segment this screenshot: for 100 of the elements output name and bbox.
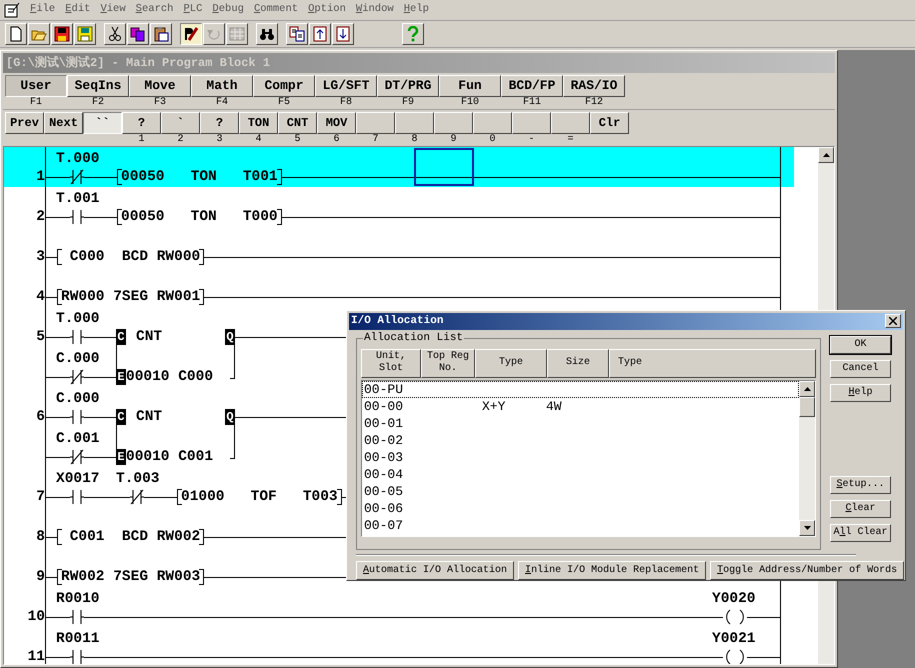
edit-key-button[interactable]: CNT	[278, 112, 317, 134]
edit-key-button[interactable]	[356, 112, 395, 134]
scrollbar[interactable]	[799, 380, 815, 536]
dialog-button[interactable]: All Clear	[830, 524, 891, 542]
key-hint: F12	[584, 97, 604, 108]
edit-key-button[interactable]	[551, 112, 590, 134]
list-row[interactable]: 00-PU	[362, 380, 799, 398]
function-key-tab[interactable]: User	[5, 75, 67, 97]
operand-text: 00010 C000	[126, 369, 214, 385]
close-icon	[889, 317, 897, 326]
contact-label: T.001	[56, 191, 100, 207]
key-hint: 3	[215, 134, 224, 145]
function-key-tab[interactable]: SeqIns	[67, 75, 129, 97]
edit-key-button[interactable]: MOV	[317, 112, 356, 134]
function-key-tab[interactable]: RAS/IO	[563, 75, 625, 97]
closed-contact-icon	[130, 489, 144, 505]
dialog-button[interactable]: Inline I/O Module Replacement	[518, 560, 706, 580]
open-contact-icon	[70, 649, 84, 664]
pin-label: C	[116, 409, 126, 425]
list-row[interactable]: 00-04	[362, 466, 799, 482]
scroll-thumb[interactable]	[799, 396, 815, 416]
edit-key-button[interactable]	[395, 112, 434, 134]
function-key-tab[interactable]: Fun	[439, 75, 501, 97]
list-row[interactable]: 00-02	[362, 432, 799, 448]
menu-item[interactable]: View	[100, 2, 126, 18]
dialog-button[interactable]: Clear	[830, 500, 891, 518]
list-cell-text: 00-03	[363, 448, 404, 466]
column-header[interactable]: Top Reg No.	[421, 348, 475, 378]
function-key-tab[interactable]: Move	[129, 75, 191, 97]
list-row[interactable]: 00-01	[362, 414, 799, 432]
key-hint: 0	[488, 134, 496, 145]
edit-key-button[interactable]: `	[161, 112, 200, 134]
list-cell-text: 00-01	[363, 414, 404, 432]
edit-key-button[interactable]: Prev	[5, 112, 44, 134]
menu-item[interactable]: File	[30, 2, 56, 18]
key-hint: F9	[400, 97, 415, 108]
menu-item[interactable]: Option	[308, 2, 346, 18]
edit-key-button[interactable]: Next	[44, 112, 83, 134]
menu-item[interactable]: Debug	[212, 2, 244, 18]
window-title: [G:\测试\测试2] - Main Program Block 1	[6, 54, 270, 72]
dialog-button[interactable]: Cancel	[830, 360, 891, 378]
column-header[interactable]: Size	[547, 348, 609, 378]
function-key-tab[interactable]: Compr	[253, 75, 315, 97]
edit-key-button[interactable]	[434, 112, 473, 134]
list-row[interactable]: 00-00 X+Y 4W	[362, 398, 799, 414]
column-header[interactable]: Type	[475, 348, 547, 378]
pin-label: Q	[225, 329, 235, 345]
dialog-button[interactable]: Toggle Address/Number of Words	[710, 560, 904, 580]
edit-key-button[interactable]: ?	[122, 112, 161, 134]
toolbar-button[interactable]	[180, 22, 202, 45]
dialog-button[interactable]: Help	[830, 384, 891, 402]
column-header[interactable]: Unit, Slot	[361, 348, 421, 378]
list-row[interactable]: 00-05	[362, 482, 799, 500]
function-key-tab[interactable]: Math	[191, 75, 253, 97]
rung-number: 9	[36, 569, 45, 585]
dialog-title: I/O Allocation	[351, 314, 444, 329]
instruction-block: C001 BCD RW002	[57, 529, 204, 545]
menu-item[interactable]: Edit	[65, 2, 90, 18]
key-hint: F10	[460, 97, 480, 108]
rung-number: 3	[36, 249, 45, 265]
key-hint: 9	[449, 134, 458, 145]
key-hint: F1	[28, 97, 43, 108]
scroll-down-button[interactable]	[799, 520, 815, 536]
pencil-mark-icon	[183, 26, 199, 42]
menu-item[interactable]: Help	[404, 2, 429, 18]
clipboard-icon	[153, 26, 169, 42]
edit-key-button[interactable]	[512, 112, 551, 134]
cell-cursor[interactable]	[414, 148, 474, 186]
menu-item[interactable]: Comment	[254, 2, 298, 18]
help-icon	[405, 26, 421, 42]
instruction-block: RW002 7SEG RW003	[57, 569, 204, 585]
function-key-tab[interactable]: DT/PRG	[377, 75, 439, 97]
edit-key-button[interactable]: ``	[83, 112, 122, 134]
rung-number: 6	[36, 409, 45, 425]
close-button[interactable]	[885, 314, 901, 328]
key-hint: F11	[522, 97, 542, 108]
function-key-tab[interactable]: BCD/FP	[501, 75, 563, 97]
scroll-up-button[interactable]	[799, 380, 815, 396]
column-header[interactable]: Type	[609, 348, 816, 378]
edit-key-button[interactable]: ?	[200, 112, 239, 134]
menu-item[interactable]: Search	[136, 2, 174, 18]
list-row[interactable]: 00-06	[362, 500, 799, 516]
dialog-button[interactable]: OK	[830, 336, 891, 354]
open-contact-icon	[70, 329, 84, 345]
menu-item[interactable]: PLC	[183, 2, 202, 18]
function-key-tab[interactable]: LG/SFT	[315, 75, 377, 97]
upload-document-icon	[312, 26, 328, 42]
menu-item[interactable]: Window	[356, 2, 394, 18]
blank-page-icon	[8, 26, 24, 42]
key-hint: F2	[90, 97, 105, 108]
edit-key-button[interactable]	[473, 112, 512, 134]
list-row[interactable]: 00-07	[362, 516, 799, 534]
key-hint: 2	[176, 134, 184, 145]
list-row[interactable]: 00-03	[362, 448, 799, 466]
scroll-up-button[interactable]	[818, 147, 834, 163]
dialog-button[interactable]: Automatic I/O Allocation	[356, 560, 514, 580]
edit-key-button[interactable]: TON	[239, 112, 278, 134]
dialog-button[interactable]: Setup...	[830, 476, 891, 494]
edit-key-button[interactable]: Clr	[590, 112, 629, 134]
list-cell-text: 00-05	[363, 482, 404, 500]
